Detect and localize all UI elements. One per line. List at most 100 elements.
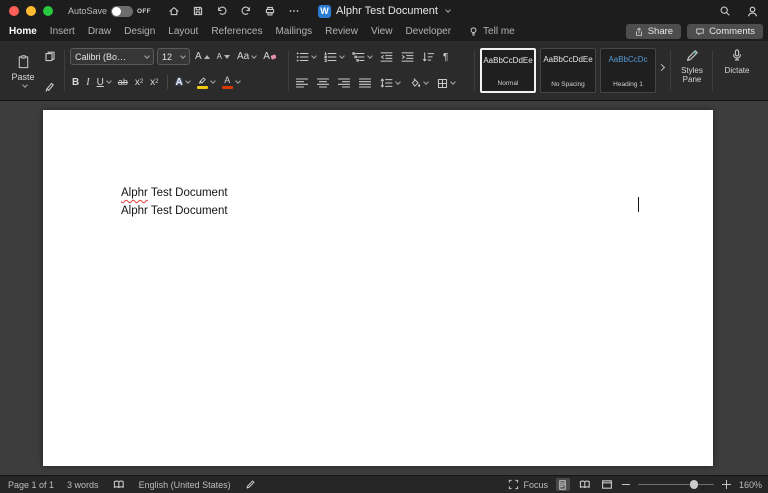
document-page[interactable]: Alphr Test Document Alphr Test Document [43, 110, 713, 466]
italic-button[interactable]: I [84, 74, 91, 90]
multilevel-list-button[interactable] [350, 49, 374, 65]
window-title-group: W Alphr Test Document [318, 4, 451, 18]
fullscreen-window-button[interactable] [43, 6, 53, 16]
bullet-list-icon [296, 52, 309, 62]
text-cursor [638, 197, 639, 212]
minimize-window-button[interactable] [26, 6, 36, 16]
save-icon[interactable] [191, 4, 205, 18]
font-name-select[interactable]: Calibri (Bo… [70, 48, 154, 65]
home-icon[interactable] [167, 4, 181, 18]
track-changes-icon[interactable] [244, 478, 258, 491]
text-line-1[interactable]: Alphr Test Document [121, 185, 228, 203]
align-right-icon [338, 78, 350, 88]
style-card-normal[interactable]: AaBbCcDdEe Normal [480, 48, 536, 93]
tab-insert[interactable]: Insert [50, 26, 75, 37]
language-indicator[interactable]: English (United States) [139, 480, 231, 490]
page-indicator[interactable]: Page 1 of 1 [8, 480, 54, 490]
document-text[interactable]: Alphr Test Document Alphr Test Document [121, 185, 228, 220]
tab-layout[interactable]: Layout [168, 26, 198, 37]
styles-pane-label: Styles Pane [681, 66, 703, 85]
bold-button[interactable]: B [70, 74, 81, 90]
tab-review[interactable]: Review [325, 26, 358, 37]
decrease-indent-button[interactable] [378, 49, 395, 65]
styles-gallery-expand-button[interactable] [656, 63, 666, 72]
dictate-button[interactable]: Dictate [716, 48, 758, 75]
autosave-control[interactable]: AutoSave OFF [68, 5, 151, 17]
proofing-status-icon[interactable] [112, 478, 126, 491]
bullet-list-button[interactable] [294, 49, 318, 65]
numbered-list-button[interactable] [322, 49, 346, 65]
toolbar-overflow-icon[interactable] [287, 4, 301, 18]
zoom-slider-thumb[interactable] [689, 480, 699, 489]
align-center-button[interactable] [315, 75, 331, 91]
font-size-select[interactable]: 12 [157, 48, 190, 65]
chevron-down-icon [234, 78, 241, 84]
document-title[interactable]: Alphr Test Document [336, 5, 438, 17]
style-card-no-spacing[interactable]: AaBbCcDdEe No Spacing [540, 48, 596, 93]
tab-references[interactable]: References [211, 26, 262, 37]
style-card-heading-1[interactable]: AaBbCcDc Heading 1 [600, 48, 656, 93]
read-mode-view-button[interactable] [578, 478, 592, 491]
increase-indent-button[interactable] [399, 49, 416, 65]
paste-dropdown-icon[interactable] [21, 82, 28, 88]
styles-pane-button[interactable]: Styles Pane [674, 48, 710, 84]
zoom-in-button[interactable] [721, 480, 731, 489]
status-right: Focus 160% [508, 478, 762, 491]
change-case-button[interactable]: Aa [235, 49, 258, 65]
share-button[interactable]: Share [625, 24, 682, 39]
format-painter-icon[interactable] [44, 79, 56, 97]
subscript-button[interactable]: x2 [133, 74, 145, 90]
word-count[interactable]: 3 words [67, 480, 99, 490]
tab-home[interactable]: Home [9, 26, 37, 37]
paste-button[interactable]: Paste [8, 46, 38, 96]
small-divider [166, 75, 168, 89]
print-icon[interactable] [263, 4, 277, 18]
justify-button[interactable] [357, 75, 373, 91]
tell-me-button[interactable]: Tell me [468, 26, 515, 37]
text-line-2[interactable]: Alphr Test Document [121, 203, 228, 221]
paste-label: Paste [11, 72, 35, 82]
tab-view[interactable]: View [371, 26, 393, 37]
tab-draw[interactable]: Draw [88, 26, 111, 37]
styles-gallery: AaBbCcDdEe Normal AaBbCcDdEe No Spacing … [480, 41, 666, 101]
web-layout-view-button[interactable] [600, 478, 614, 491]
clear-formatting-button[interactable]: A [261, 49, 278, 65]
align-left-button[interactable] [294, 75, 310, 91]
text-effects-button[interactable]: A [174, 74, 192, 90]
redo-icon[interactable] [239, 4, 253, 18]
highlight-color-button[interactable] [195, 74, 217, 90]
font-color-button[interactable]: A [220, 74, 242, 90]
borders-button[interactable] [435, 75, 457, 91]
undo-icon[interactable] [215, 4, 229, 18]
close-window-button[interactable] [9, 6, 19, 16]
text-line-1-rest[interactable]: Test Document [148, 187, 228, 199]
misspelled-word[interactable]: Alphr [121, 187, 148, 199]
style-sample: AaBbCcDdEe [543, 55, 593, 64]
zoom-level[interactable]: 160% [739, 480, 762, 490]
print-layout-view-button[interactable] [555, 478, 570, 491]
align-right-button[interactable] [336, 75, 352, 91]
zoom-out-button[interactable] [621, 483, 630, 486]
shrink-font-button[interactable]: A [215, 49, 232, 65]
grow-font-button[interactable]: A [193, 49, 212, 65]
strikethrough-button[interactable]: ab [116, 74, 130, 90]
focus-mode-button[interactable]: Focus [508, 479, 548, 490]
copy-icon[interactable] [44, 50, 56, 68]
search-icon[interactable] [718, 4, 732, 18]
underline-button[interactable]: U [95, 74, 113, 90]
show-formatting-marks-button[interactable]: ¶ [441, 49, 450, 65]
sort-button[interactable] [420, 49, 437, 65]
style-name: Normal [497, 80, 519, 87]
chevron-down-icon [311, 53, 317, 59]
account-avatar-icon[interactable] [745, 4, 759, 18]
zoom-slider[interactable] [637, 480, 714, 490]
tab-design[interactable]: Design [124, 26, 155, 37]
superscript-button[interactable]: x2 [148, 74, 160, 90]
tab-developer[interactable]: Developer [405, 26, 451, 37]
tab-mailings[interactable]: Mailings [275, 26, 312, 37]
title-dropdown-icon[interactable] [445, 7, 451, 13]
shading-button[interactable] [407, 75, 430, 91]
comments-button[interactable]: Comments [687, 24, 763, 39]
line-spacing-button[interactable] [378, 75, 402, 91]
autosave-toggle[interactable] [111, 5, 134, 17]
